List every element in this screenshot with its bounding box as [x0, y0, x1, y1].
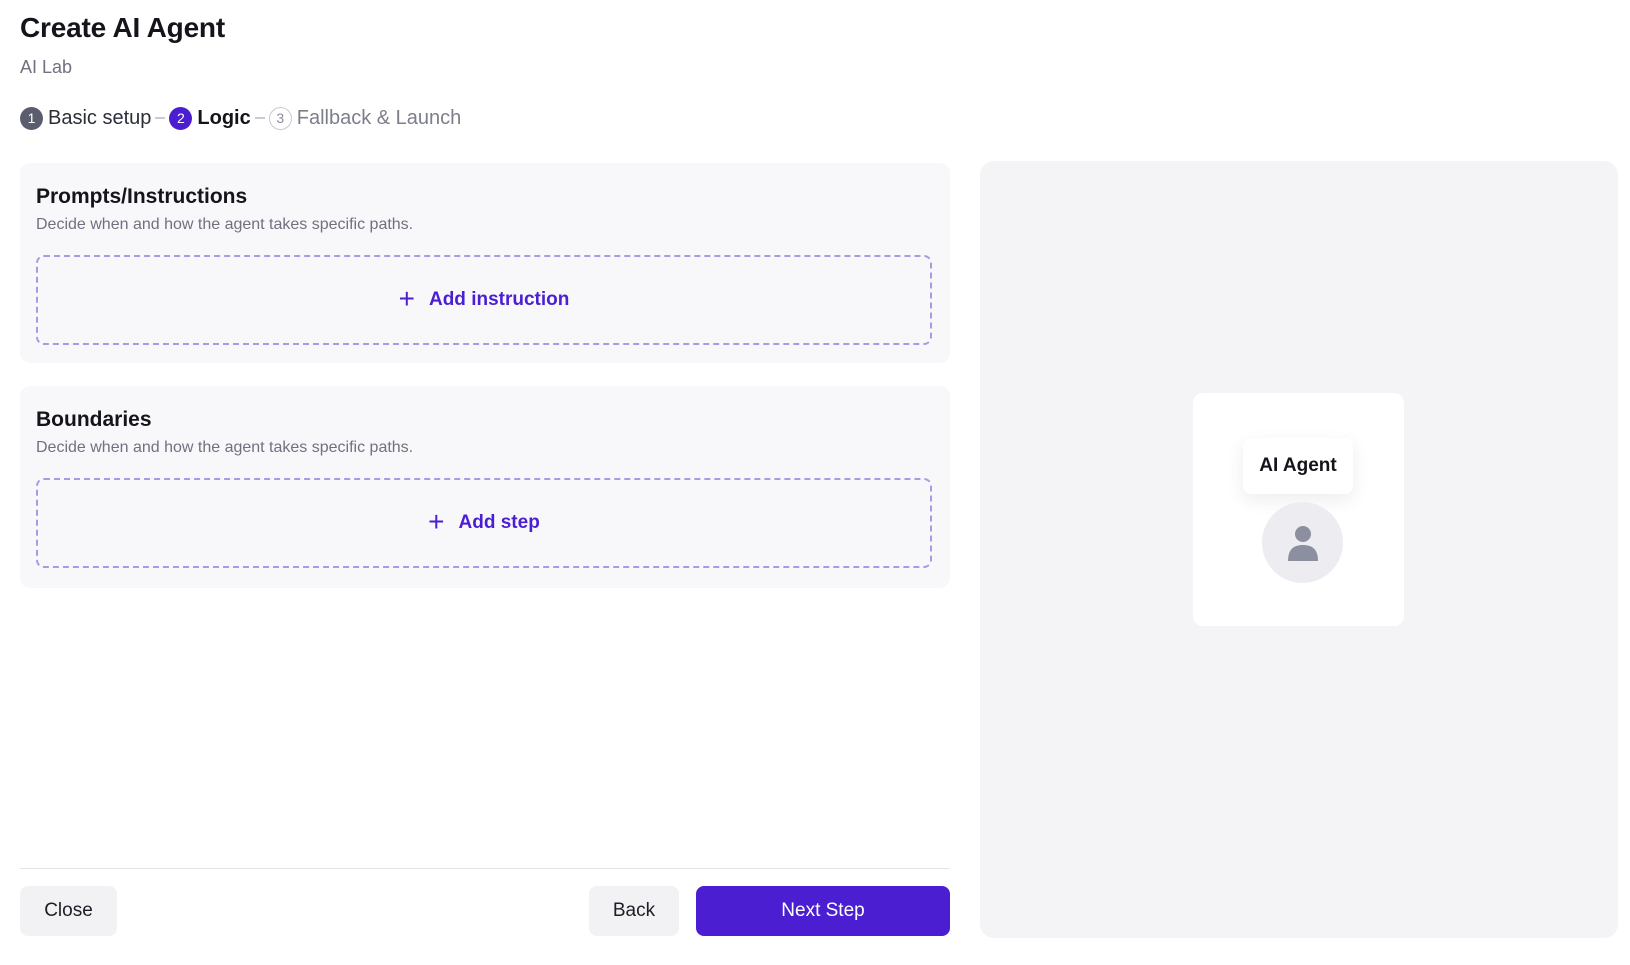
section-description: Decide when and how the agent takes spec…: [36, 216, 414, 233]
footer-divider: [20, 868, 950, 869]
step-label-fallback-launch: Fallback & Launch: [296, 106, 462, 129]
plus-icon: +: [428, 505, 445, 537]
close-button[interactable]: Close: [20, 886, 117, 936]
add-instruction-button[interactable]: + Add instruction: [36, 255, 932, 345]
avatar: [1262, 502, 1343, 583]
back-button[interactable]: Back: [589, 886, 679, 936]
step-label-logic: Logic: [197, 106, 251, 129]
page-title: Create AI Agent: [20, 12, 225, 43]
plus-icon: +: [398, 282, 415, 314]
step-separator: [155, 117, 166, 119]
user-icon: [1287, 525, 1318, 561]
prompts-instructions-card: Prompts/Instructions Decide when and how…: [20, 163, 950, 363]
boundaries-card: Boundaries Decide when and how the agent…: [20, 386, 950, 588]
step-basic-setup[interactable]: 1 Basic setup: [20, 106, 152, 130]
add-step-label: Add step: [458, 512, 540, 533]
step-fallback-launch[interactable]: 3 Fallback & Launch: [268, 106, 462, 130]
agent-preview-panel: AI Agent: [980, 161, 1618, 938]
section-title: Prompts/Instructions: [36, 185, 248, 208]
step-label-basic-setup: Basic setup: [48, 106, 152, 129]
section-description: Decide when and how the agent takes spec…: [36, 439, 414, 456]
step-number-3: 3: [268, 106, 292, 130]
agent-preview-card: AI Agent: [1193, 393, 1404, 626]
step-number-2: 2: [169, 106, 193, 130]
step-separator: [254, 117, 265, 119]
add-step-button[interactable]: + Add step: [36, 478, 932, 568]
agent-name-chip: AI Agent: [1243, 438, 1353, 494]
section-title: Boundaries: [36, 408, 152, 431]
next-step-button[interactable]: Next Step: [696, 886, 950, 936]
create-agent-page: Create AI Agent AI Lab 1 Basic setup 2 L…: [0, 0, 1630, 965]
step-logic[interactable]: 2 Logic: [169, 106, 251, 130]
add-instruction-label: Add instruction: [428, 289, 570, 310]
stepper: 1 Basic setup 2 Logic 3 Fallback & Launc…: [20, 105, 461, 131]
page-subtitle: AI Lab: [20, 57, 73, 77]
step-number-1: 1: [20, 106, 43, 130]
